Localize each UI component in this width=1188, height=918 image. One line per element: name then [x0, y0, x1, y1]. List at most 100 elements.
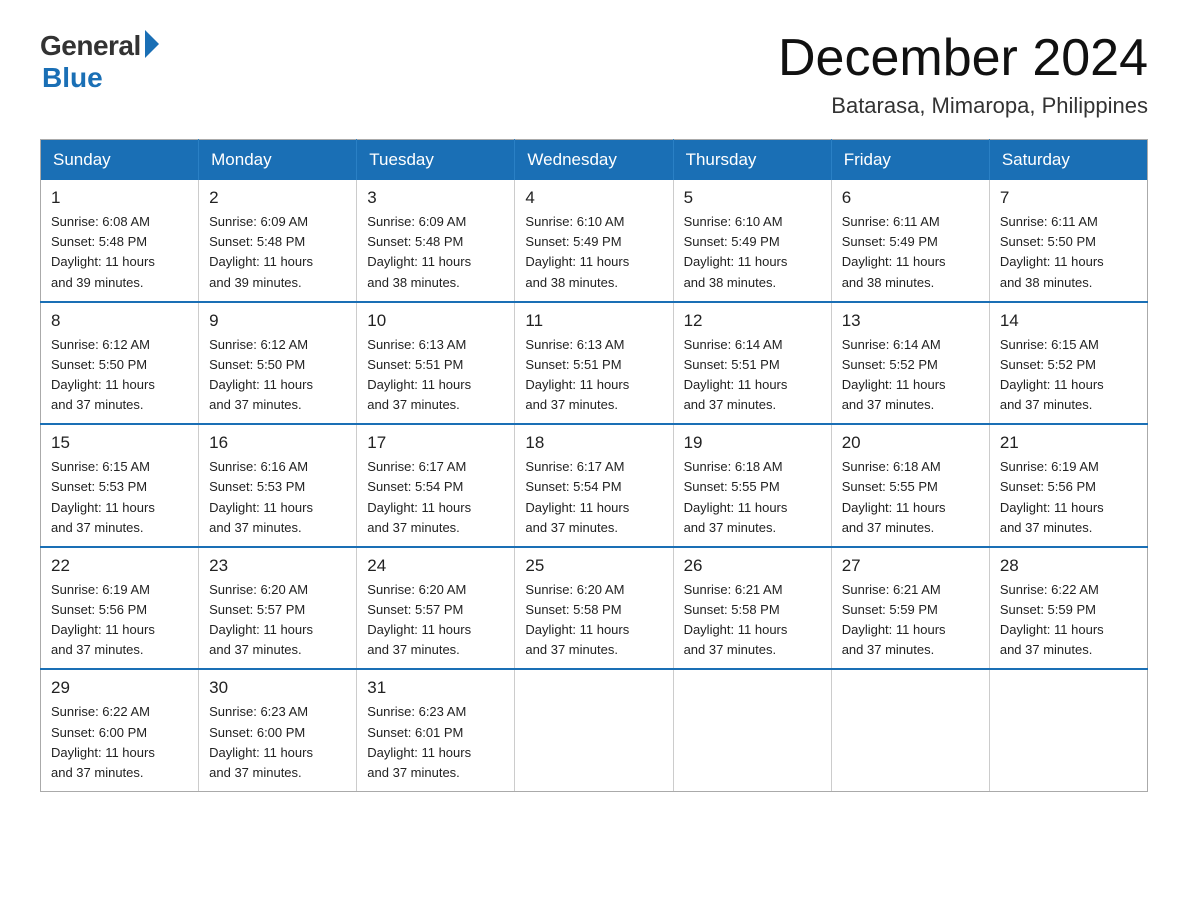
day-number: 12 — [684, 311, 821, 331]
day-info: Sunrise: 6:16 AMSunset: 5:53 PMDaylight:… — [209, 457, 346, 538]
calendar-cell: 29Sunrise: 6:22 AMSunset: 6:00 PMDayligh… — [41, 669, 199, 791]
day-info: Sunrise: 6:10 AMSunset: 5:49 PMDaylight:… — [684, 212, 821, 293]
days-header-row: SundayMondayTuesdayWednesdayThursdayFrid… — [41, 140, 1148, 181]
day-info: Sunrise: 6:22 AMSunset: 5:59 PMDaylight:… — [1000, 580, 1137, 661]
calendar-cell: 10Sunrise: 6:13 AMSunset: 5:51 PMDayligh… — [357, 302, 515, 425]
day-info: Sunrise: 6:08 AMSunset: 5:48 PMDaylight:… — [51, 212, 188, 293]
day-number: 14 — [1000, 311, 1137, 331]
day-number: 3 — [367, 188, 504, 208]
day-info: Sunrise: 6:23 AMSunset: 6:01 PMDaylight:… — [367, 702, 504, 783]
day-info: Sunrise: 6:18 AMSunset: 5:55 PMDaylight:… — [842, 457, 979, 538]
day-info: Sunrise: 6:17 AMSunset: 5:54 PMDaylight:… — [367, 457, 504, 538]
day-info: Sunrise: 6:18 AMSunset: 5:55 PMDaylight:… — [684, 457, 821, 538]
calendar-cell: 20 Sunrise: 6:18 AMSunset: 5:55 PMDayligh… — [831, 424, 989, 547]
calendar-cell: 26 Sunrise: 6:21 AMSunset: 5:58 PMDayligh… — [673, 547, 831, 670]
calendar-cell: 16 Sunrise: 6:16 AMSunset: 5:53 PMDayligh… — [199, 424, 357, 547]
day-number: 16 — [209, 433, 346, 453]
title-section: December 2024 Batarasa, Mimaropa, Philip… — [778, 30, 1148, 119]
day-number: 10 — [367, 311, 504, 331]
day-number: 6 — [842, 188, 979, 208]
day-number: 15 — [51, 433, 188, 453]
calendar-cell: 25Sunrise: 6:20 AMSunset: 5:58 PMDayligh… — [515, 547, 673, 670]
calendar-cell: 11Sunrise: 6:13 AMSunset: 5:51 PMDayligh… — [515, 302, 673, 425]
day-number: 22 — [51, 556, 188, 576]
day-number: 5 — [684, 188, 821, 208]
day-info: Sunrise: 6:21 AMSunset: 5:59 PMDaylight:… — [842, 580, 979, 661]
calendar-cell: 18 Sunrise: 6:17 AMSunset: 5:54 PMDayligh… — [515, 424, 673, 547]
day-number: 2 — [209, 188, 346, 208]
day-number: 29 — [51, 678, 188, 698]
calendar-cell — [831, 669, 989, 791]
page-header: General Blue December 2024 Batarasa, Mim… — [40, 30, 1148, 119]
day-number: 8 — [51, 311, 188, 331]
day-info: Sunrise: 6:11 AMSunset: 5:50 PMDaylight:… — [1000, 212, 1137, 293]
day-info: Sunrise: 6:20 AMSunset: 5:57 PMDaylight:… — [367, 580, 504, 661]
calendar-cell: 17 Sunrise: 6:17 AMSunset: 5:54 PMDayligh… — [357, 424, 515, 547]
logo-triangle-icon — [145, 30, 159, 58]
day-info: Sunrise: 6:20 AMSunset: 5:57 PMDaylight:… — [209, 580, 346, 661]
day-number: 17 — [367, 433, 504, 453]
calendar-cell — [515, 669, 673, 791]
calendar-cell — [673, 669, 831, 791]
day-number: 20 — [842, 433, 979, 453]
calendar-cell: 28Sunrise: 6:22 AMSunset: 5:59 PMDayligh… — [989, 547, 1147, 670]
calendar-cell: 21Sunrise: 6:19 AMSunset: 5:56 PMDayligh… — [989, 424, 1147, 547]
calendar-table: SundayMondayTuesdayWednesdayThursdayFrid… — [40, 139, 1148, 792]
day-info: Sunrise: 6:15 AMSunset: 5:52 PMDaylight:… — [1000, 335, 1137, 416]
day-number: 23 — [209, 556, 346, 576]
calendar-cell: 13Sunrise: 6:14 AMSunset: 5:52 PMDayligh… — [831, 302, 989, 425]
day-info: Sunrise: 6:12 AMSunset: 5:50 PMDaylight:… — [51, 335, 188, 416]
day-info: Sunrise: 6:10 AMSunset: 5:49 PMDaylight:… — [525, 212, 662, 293]
day-number: 4 — [525, 188, 662, 208]
day-number: 27 — [842, 556, 979, 576]
day-info: Sunrise: 6:14 AMSunset: 5:51 PMDaylight:… — [684, 335, 821, 416]
day-number: 7 — [1000, 188, 1137, 208]
calendar-week-2: 8 Sunrise: 6:12 AMSunset: 5:50 PMDaylight… — [41, 302, 1148, 425]
day-header-wednesday: Wednesday — [515, 140, 673, 181]
calendar-week-3: 15Sunrise: 6:15 AMSunset: 5:53 PMDayligh… — [41, 424, 1148, 547]
calendar-week-4: 22 Sunrise: 6:19 AMSunset: 5:56 PMDayligh… — [41, 547, 1148, 670]
day-number: 30 — [209, 678, 346, 698]
logo: General Blue — [40, 30, 159, 94]
day-header-saturday: Saturday — [989, 140, 1147, 181]
day-info: Sunrise: 6:19 AMSunset: 5:56 PMDaylight:… — [51, 580, 188, 661]
calendar-cell: 9Sunrise: 6:12 AMSunset: 5:50 PMDaylight… — [199, 302, 357, 425]
day-header-tuesday: Tuesday — [357, 140, 515, 181]
day-number: 1 — [51, 188, 188, 208]
calendar-cell: 6 Sunrise: 6:11 AMSunset: 5:49 PMDaylight… — [831, 180, 989, 302]
day-info: Sunrise: 6:14 AMSunset: 5:52 PMDaylight:… — [842, 335, 979, 416]
day-header-monday: Monday — [199, 140, 357, 181]
calendar-cell: 31 Sunrise: 6:23 AMSunset: 6:01 PMDayligh… — [357, 669, 515, 791]
logo-general-text: General — [40, 30, 141, 62]
logo-blue-text: Blue — [42, 62, 103, 94]
calendar-cell: 2Sunrise: 6:09 AMSunset: 5:48 PMDaylight… — [199, 180, 357, 302]
calendar-cell: 23 Sunrise: 6:20 AMSunset: 5:57 PMDayligh… — [199, 547, 357, 670]
calendar-cell: 5 Sunrise: 6:10 AMSunset: 5:49 PMDaylight… — [673, 180, 831, 302]
calendar-cell: 27 Sunrise: 6:21 AMSunset: 5:59 PMDayligh… — [831, 547, 989, 670]
calendar-cell: 19Sunrise: 6:18 AMSunset: 5:55 PMDayligh… — [673, 424, 831, 547]
calendar-cell — [989, 669, 1147, 791]
day-info: Sunrise: 6:17 AMSunset: 5:54 PMDaylight:… — [525, 457, 662, 538]
calendar-cell: 3Sunrise: 6:09 AMSunset: 5:48 PMDaylight… — [357, 180, 515, 302]
calendar-subtitle: Batarasa, Mimaropa, Philippines — [778, 93, 1148, 119]
calendar-cell: 24 Sunrise: 6:20 AMSunset: 5:57 PMDayligh… — [357, 547, 515, 670]
day-number: 24 — [367, 556, 504, 576]
day-info: Sunrise: 6:20 AMSunset: 5:58 PMDaylight:… — [525, 580, 662, 661]
day-number: 26 — [684, 556, 821, 576]
day-info: Sunrise: 6:11 AMSunset: 5:49 PMDaylight:… — [842, 212, 979, 293]
day-header-thursday: Thursday — [673, 140, 831, 181]
day-info: Sunrise: 6:12 AMSunset: 5:50 PMDaylight:… — [209, 335, 346, 416]
calendar-cell: 30 Sunrise: 6:23 AMSunset: 6:00 PMDayligh… — [199, 669, 357, 791]
calendar-cell: 12 Sunrise: 6:14 AMSunset: 5:51 PMDayligh… — [673, 302, 831, 425]
calendar-cell: 22 Sunrise: 6:19 AMSunset: 5:56 PMDayligh… — [41, 547, 199, 670]
calendar-week-5: 29Sunrise: 6:22 AMSunset: 6:00 PMDayligh… — [41, 669, 1148, 791]
day-info: Sunrise: 6:19 AMSunset: 5:56 PMDaylight:… — [1000, 457, 1137, 538]
day-info: Sunrise: 6:23 AMSunset: 6:00 PMDaylight:… — [209, 702, 346, 783]
day-header-sunday: Sunday — [41, 140, 199, 181]
day-number: 11 — [525, 311, 662, 331]
calendar-cell: 15Sunrise: 6:15 AMSunset: 5:53 PMDayligh… — [41, 424, 199, 547]
day-number: 18 — [525, 433, 662, 453]
calendar-title: December 2024 — [778, 30, 1148, 87]
day-info: Sunrise: 6:21 AMSunset: 5:58 PMDaylight:… — [684, 580, 821, 661]
day-number: 31 — [367, 678, 504, 698]
